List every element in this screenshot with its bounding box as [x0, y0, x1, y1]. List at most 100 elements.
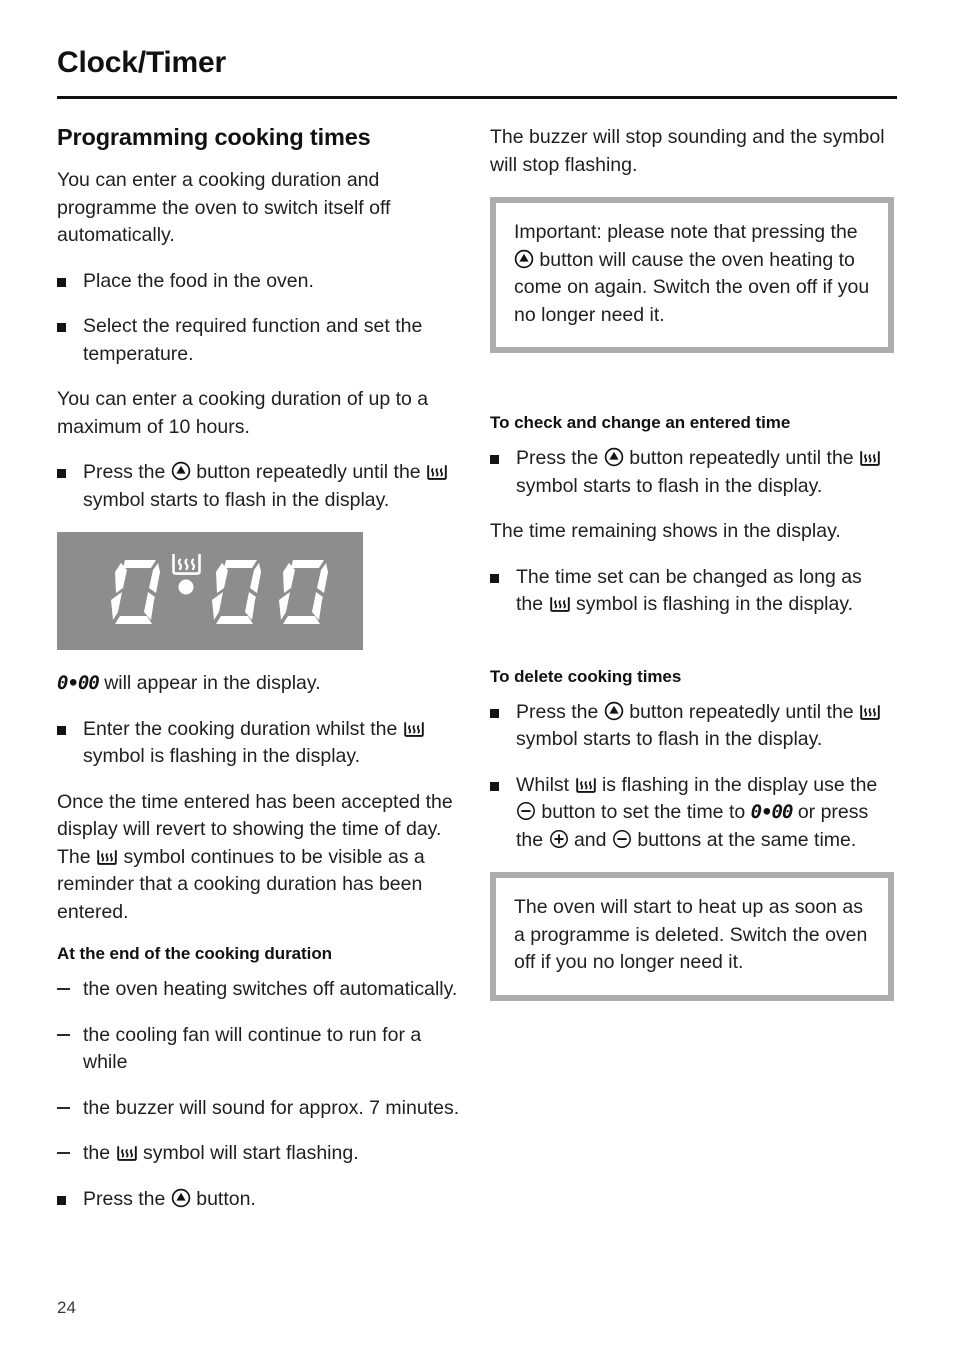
delete-times-list: Press the button repeatedly until the sy…: [490, 699, 894, 855]
list-item: Press the button repeatedly until the sy…: [490, 445, 894, 500]
step-text-before: Press the: [516, 700, 599, 723]
enter-duration-step-list: Enter the cooking duration whilst the sy…: [57, 716, 461, 771]
square-bullet-icon: [57, 725, 66, 735]
whilst-text-1: Whilst: [516, 773, 570, 796]
list-item: the buzzer will sound for approx. 7 minu…: [57, 1095, 461, 1123]
step-text-before: Enter the cooking duration whilst the: [83, 717, 398, 740]
dash-bullet-icon: [57, 1152, 70, 1154]
whilst-text-6: buttons at the same time.: [637, 828, 857, 851]
important-note-text: Important: please note that pressing the…: [514, 219, 870, 329]
clock-button-icon: [514, 249, 534, 268]
step-text-after: symbol starts to flash in the display.: [83, 488, 390, 511]
list-item-label: the cooling fan will continue to run for…: [83, 1023, 422, 1074]
minus-button-icon: [612, 829, 631, 848]
square-bullet-icon: [57, 469, 66, 478]
step-text-after: symbol is flashing in the display.: [575, 593, 854, 615]
list-item: Press the button.: [57, 1186, 461, 1214]
list-item: Select the required function and set the…: [57, 313, 461, 368]
square-bullet-icon: [57, 277, 66, 287]
square-bullet-icon: [490, 455, 499, 464]
clock-button-icon: [604, 701, 624, 720]
oven-display-illustration: [57, 532, 363, 650]
minus-button-icon: [517, 802, 535, 820]
list-item: the oven heating switches off automatica…: [57, 976, 461, 1004]
page-number: 24: [57, 1298, 76, 1317]
list-item-label: Place the food in the oven.: [83, 269, 314, 292]
change-time-list: The time set can be changed as long as t…: [490, 564, 894, 619]
whilst-text-5: and: [573, 828, 607, 851]
heating-duration-symbol-icon: [860, 451, 880, 466]
clock-button-icon: [171, 461, 191, 481]
list-item-label: the oven heating switches off automatica…: [83, 978, 458, 1000]
step-text-before: Press the: [83, 461, 166, 483]
step-text-mid: button repeatedly until the: [196, 461, 421, 483]
press-button-step-list: Press the button repeatedly until the sy…: [57, 459, 461, 514]
step-text-before: Press the: [516, 447, 599, 469]
check-change-list: Press the button repeatedly until the sy…: [490, 445, 894, 500]
heating-duration-symbol-icon: [404, 721, 424, 737]
list-item-label-after: symbol will start flashing.: [142, 1142, 359, 1164]
buzzer-paragraph: The buzzer will stop sounding and the sy…: [490, 126, 885, 176]
intro-paragraph: You can enter a cooking duration and pro…: [57, 169, 391, 246]
accepted-paragraph: Once the time entered has been accepted …: [57, 789, 461, 927]
heating-duration-symbol-icon: [575, 777, 596, 793]
title-divider: [57, 96, 897, 99]
display-caption: 0•00 will appear in the display.: [57, 670, 461, 698]
max-duration-paragraph: You can enter a cooking duration of up t…: [57, 388, 429, 438]
list-item: the symbol will start flashing.: [57, 1140, 461, 1168]
square-bullet-icon: [490, 708, 499, 718]
dash-bullet-icon: [57, 1106, 70, 1109]
page-title: Clock/Timer: [57, 46, 226, 79]
manual-page: Clock/Timer Programming cooking times Yo…: [0, 0, 954, 1352]
square-bullet-icon: [57, 1195, 66, 1205]
heating-duration-symbol-icon: [97, 849, 117, 865]
delete-note-box: The oven will start to heat up as soon a…: [490, 872, 894, 1001]
list-item: Enter the cooking duration whilst the sy…: [57, 716, 461, 771]
sub-heading-check-change: To check and change an entered time: [490, 413, 791, 432]
list-item: The time set can be changed as long as t…: [490, 564, 894, 619]
heating-duration-symbol-icon: [427, 465, 447, 480]
list-item-label-before: the: [83, 1142, 111, 1164]
heating-duration-symbol-icon: [116, 1146, 137, 1161]
step-text-mid: button repeatedly until the: [629, 447, 854, 469]
display-caption-text: will appear in the display.: [104, 672, 321, 694]
square-bullet-icon: [490, 573, 499, 583]
clock-button-icon: [604, 447, 624, 467]
list-item: Place the food in the oven.: [57, 268, 461, 296]
square-bullet-icon: [490, 781, 499, 791]
step-text-after: symbol starts to flash in the display.: [516, 474, 823, 497]
whilst-text-2: is flashing in the display use the: [601, 773, 878, 796]
heating-duration-symbol-icon: [549, 597, 570, 612]
right-column: The buzzer will stop sounding and the sy…: [490, 124, 894, 1019]
sub-heading-end-of-duration: At the end of the cooking duration: [57, 944, 333, 963]
plus-button-icon: [549, 829, 568, 848]
note-text-before: Important: please note that pressing the: [514, 221, 858, 243]
left-column: Programming cooking times You can enter …: [57, 124, 461, 1231]
important-note-box: Important: please note that pressing the…: [490, 197, 894, 353]
dash-bullet-icon: [57, 1033, 70, 1036]
list-item-label: the buzzer will sound for approx. 7 minu…: [83, 1096, 460, 1119]
display-value-inline: 0•00: [750, 801, 794, 823]
step-text-mid: button repeatedly until the: [629, 700, 854, 723]
list-item-label: Select the required function and set the…: [83, 315, 423, 365]
lcd-segments: [111, 554, 328, 624]
list-item: the cooling fan will continue to run for…: [57, 1022, 461, 1077]
whilst-text-3: button to set the time to: [541, 801, 746, 823]
heating-duration-symbol-icon: [860, 704, 880, 720]
square-bullet-icon: [57, 323, 66, 332]
initial-steps-list: Place the food in the oven. Select the r…: [57, 268, 461, 369]
display-value-inline: 0•00: [57, 672, 100, 694]
list-item: Whilst is flashing in the display use th…: [490, 772, 894, 855]
end-of-duration-list: the oven heating switches off automatica…: [57, 976, 461, 1213]
time-remaining-paragraph: The time remaining shows in the display.: [490, 520, 841, 542]
list-item: Press the button repeatedly until the sy…: [490, 699, 894, 754]
step-text-after: symbol starts to flash in the display.: [516, 728, 823, 750]
final-step-after: button.: [196, 1187, 256, 1210]
list-item: Press the button repeatedly until the sy…: [57, 459, 461, 514]
note-text-after: button will cause the oven heating to co…: [514, 248, 870, 326]
clock-button-icon: [171, 1188, 191, 1207]
final-step-before: Press the: [83, 1187, 166, 1210]
sub-heading-delete-times: To delete cooking times: [490, 666, 682, 686]
